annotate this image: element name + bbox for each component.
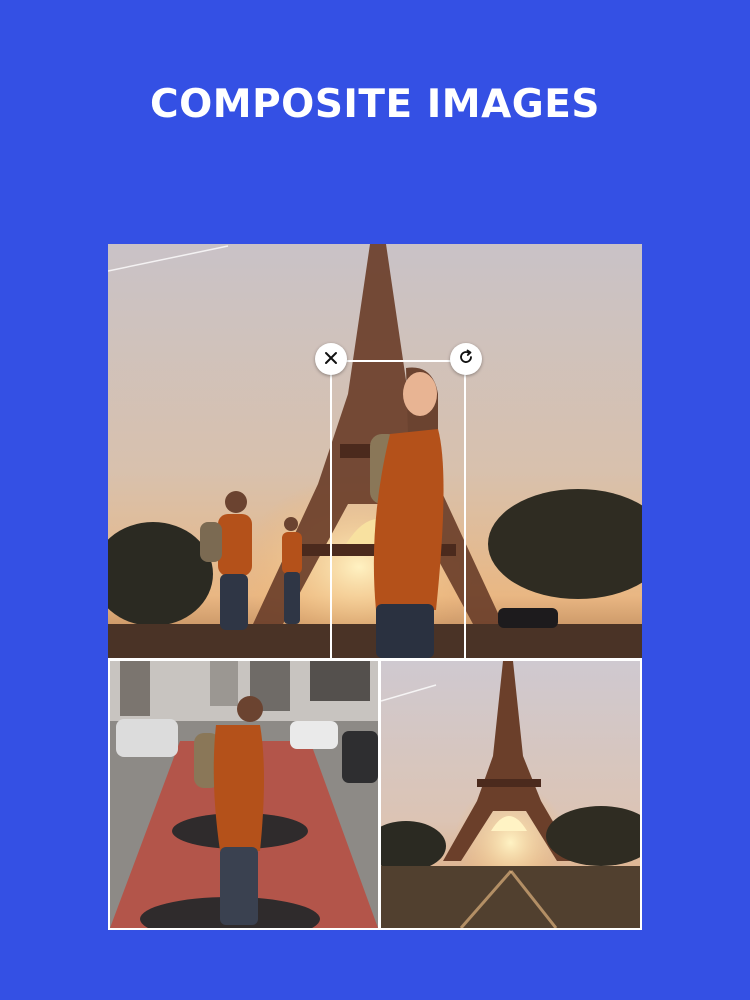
- composite-canvas: [108, 244, 642, 930]
- selection-box[interactable]: [330, 360, 466, 660]
- tower-photo[interactable]: [381, 661, 640, 928]
- page-title: COMPOSITE IMAGES: [150, 82, 600, 127]
- street-photo[interactable]: [110, 661, 378, 928]
- rotate-icon: [458, 349, 474, 369]
- close-button[interactable]: [315, 343, 347, 375]
- close-icon: [324, 350, 338, 369]
- rotate-button[interactable]: [450, 343, 482, 375]
